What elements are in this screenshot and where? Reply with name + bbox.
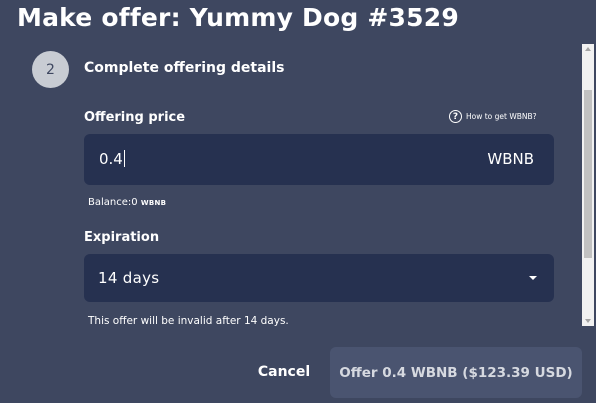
expiration-selected-value: 14 days — [98, 269, 160, 287]
how-to-get-wbnb-text: How to get WBNB? — [466, 112, 537, 121]
caret-down-icon — [529, 276, 537, 280]
cancel-button[interactable]: Cancel — [248, 355, 320, 389]
offering-price-value[interactable]: 0.4 — [99, 150, 125, 168]
make-offer-button[interactable]: Offer 0.4 WBNB ($123.39 USD) — [330, 347, 582, 398]
balance-text: Balance:0 WBNB — [88, 197, 167, 208]
offering-price-input[interactable]: 0.4 WBNB — [84, 134, 554, 185]
modal-title: Make offer: Yummy Dog #3529 — [17, 3, 459, 32]
offer-form: 2 Complete offering details Offering pri… — [0, 40, 596, 330]
how-to-get-wbnb-link[interactable]: ? How to get WBNB? — [449, 110, 537, 123]
step-title: Complete offering details — [84, 60, 285, 76]
offering-price-label: Offering price — [84, 110, 186, 125]
price-unit-label: WBNB — [487, 150, 534, 168]
expiration-label: Expiration — [84, 230, 160, 245]
scroll-up-arrow-icon[interactable] — [585, 47, 591, 51]
text-cursor — [123, 150, 125, 167]
question-circle-icon: ? — [449, 110, 462, 123]
expiration-select[interactable]: 14 days — [84, 254, 554, 302]
step-number-badge: 2 — [32, 51, 69, 88]
expiration-note: This offer will be invalid after 14 days… — [88, 315, 289, 327]
scroll-down-arrow-icon[interactable] — [585, 319, 591, 323]
scrollbar-thumb[interactable] — [584, 90, 592, 258]
